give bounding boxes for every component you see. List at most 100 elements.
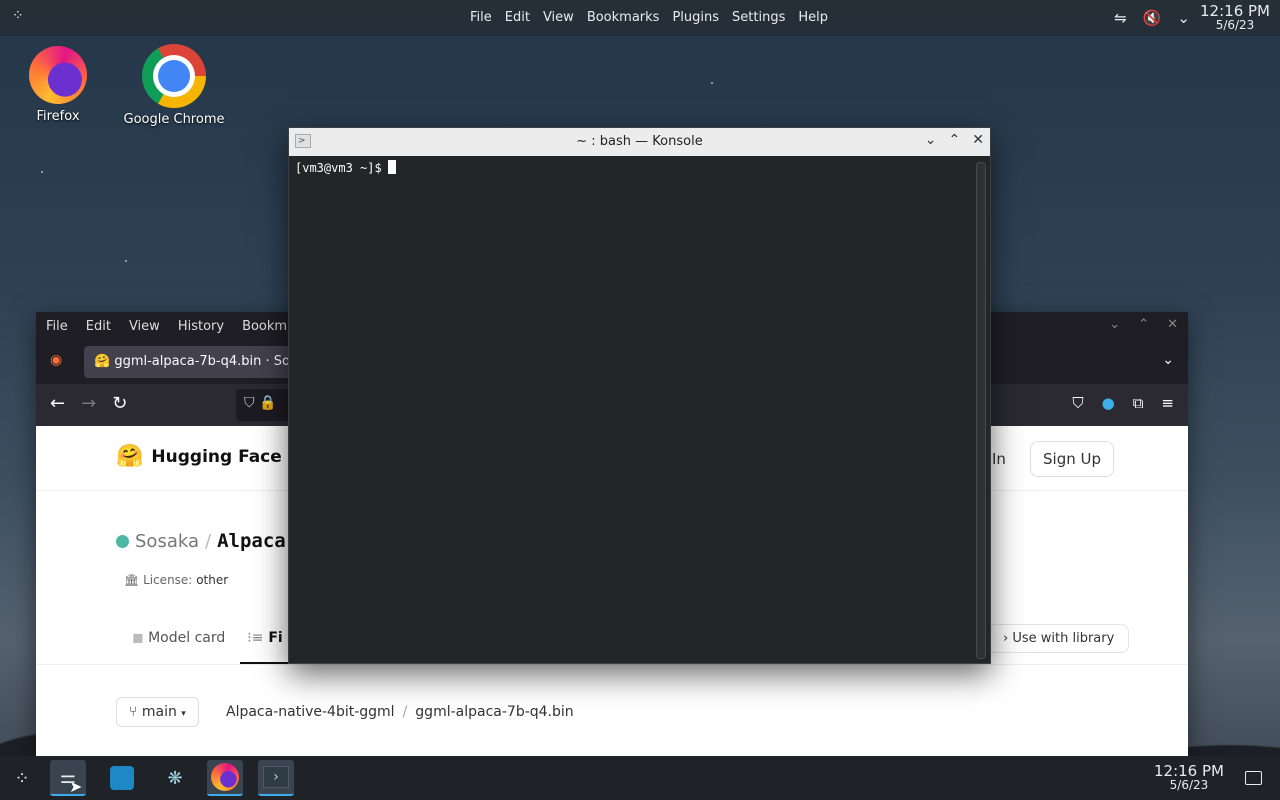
log-in-link[interactable]: In [992,450,1006,468]
tab-files[interactable]: ⁝≡ Fi [247,630,282,646]
brand-name: Hugging Face [151,446,282,467]
system-tray: ⇋ 🔇 ⌄ [1114,9,1190,27]
network-icon[interactable]: ⇋ [1114,9,1127,27]
bank-icon: 🏛 [124,573,140,587]
show-desktop-icon[interactable] [1245,771,1262,785]
browser-tab[interactable]: 🤗 ggml-alpaca-7b-q4.bin · So [84,346,304,378]
tab-title: ggml-alpaca-7b-q4.bin · So [114,354,290,369]
repo-slash: / [204,530,212,552]
hamburger-menu-icon[interactable]: ≡ [1161,394,1174,412]
prompt-text: [vm3@vm3 ~]$ [295,161,382,175]
hugging-face-icon: 🤗 [116,444,144,469]
forward-icon[interactable]: → [81,393,96,414]
use-with-library-button[interactable]: › Use with library [988,624,1130,653]
konsole-window[interactable]: > ~ : bash — Konsole ⌄ ⌃ ✕ [vm3@vm3 ~]$ [288,127,991,664]
global-menu: File Edit View Bookmarks Plugins Setting… [470,10,828,25]
back-icon[interactable]: ← [50,393,65,414]
caret-down-icon: ▾ [181,709,186,719]
divider [36,664,1188,665]
clock-time: 12:16 PM [1200,2,1270,20]
account-icon[interactable]: ● [1102,394,1115,412]
menu-bookmarks[interactable]: Bookmarks [587,10,660,25]
top-clock[interactable]: 12:16 PM 5/6/23 [1200,2,1270,33]
clock-time: 12:16 PM [1154,762,1224,780]
desktop-icon-label: Google Chrome [123,112,225,127]
firefox-view-icon[interactable]: ◉ [50,352,62,368]
cube-icon: ◼ [132,630,144,646]
desktop-icon-chrome[interactable]: Google Chrome [120,44,228,127]
konsole-titlebar[interactable]: > ~ : bash — Konsole ⌄ ⌃ ✕ [289,128,990,156]
owner-avatar [116,534,129,548]
reload-icon[interactable]: ↻ [112,393,127,414]
minimize-icon[interactable]: ⌄ [1109,317,1120,332]
license-badge[interactable]: 🏛 License: other [124,573,228,587]
maximize-icon[interactable]: ⌃ [1138,317,1149,332]
firefox-icon [29,46,87,104]
desktop-icon-firefox[interactable]: Firefox [24,46,92,124]
tab-label: Fi [268,630,283,646]
breadcrumb-file: ggml-alpaca-7b-q4.bin [415,704,574,720]
app-launcher-icon[interactable]: ⁘ [4,760,40,796]
git-branch-icon: ⑂ [129,704,138,720]
menu-view[interactable]: View [543,10,574,25]
hf-logo[interactable]: 🤗 Hugging Face [116,444,282,469]
ff-menu-edit[interactable]: Edit [86,319,111,334]
files-icon: ⁝≡ [247,630,264,646]
tab-label: Model card [148,630,226,646]
breadcrumb-separator: / [402,704,408,720]
menu-help[interactable]: Help [798,10,828,25]
menu-plugins[interactable]: Plugins [672,10,719,25]
konsole-icon: > [295,134,311,148]
discover-store-icon[interactable] [104,760,140,796]
clock-date: 5/6/23 [1215,18,1255,32]
konsole-icon: › [263,766,289,788]
license-label: License: [143,573,193,587]
extensions-icon[interactable]: ⧉ [1133,394,1144,412]
volume-muted-icon[interactable]: 🔇 [1143,9,1162,27]
app-launcher-icon[interactable]: ⁘ [12,8,32,28]
top-panel: ⁘ File Edit View Bookmarks Plugins Setti… [0,0,1280,36]
clock-date: 5/6/23 [1169,778,1209,792]
taskbar-clock[interactable]: 12:16 PM 5/6/23 [1154,762,1224,793]
ff-menu-file[interactable]: File [46,319,68,334]
firefox-icon [211,763,239,791]
lock-icon: 🔒 [258,395,277,411]
pocket-icon[interactable]: ⛉ [1072,394,1083,412]
list-all-tabs-icon[interactable]: ⌄ [1162,352,1174,368]
scrollbar[interactable] [976,162,986,659]
menu-file[interactable]: File [470,10,492,25]
taskbar-konsole[interactable]: › [258,760,294,796]
taskbar: ⁘ ⚌ ❋ › 12:16 PM 5/6/23 [0,756,1280,800]
maximize-icon[interactable]: ⌃ [949,132,961,148]
plasma-icon[interactable]: ❋ [157,760,193,796]
breadcrumb-repo[interactable]: Alpaca-native-4bit-ggml [226,704,395,720]
desktop-icon-label: Firefox [36,109,80,124]
chevron-down-icon[interactable]: ⌄ [1177,9,1190,27]
shield-icon: ⛉ [244,395,255,411]
close-icon[interactable]: ✕ [1167,317,1178,332]
repo-tabs: ◼ Model card ⁝≡ Fi [132,630,283,646]
code-icon: › [1003,631,1009,646]
ff-menu-view[interactable]: View [129,319,160,334]
branch-selector[interactable]: ⑂ main ▾ [116,697,199,727]
menu-edit[interactable]: Edit [505,10,530,25]
terminal-area[interactable]: [vm3@vm3 ~]$ [289,156,990,663]
breadcrumb: Alpaca-native-4bit-ggml / ggml-alpaca-7b… [226,704,574,720]
hugging-face-favicon-icon: 🤗 [94,354,111,369]
store-bag-icon [110,766,134,790]
ff-menu-bookmarks[interactable]: Bookm [242,319,287,334]
tab-model-card[interactable]: ◼ Model card [132,630,225,646]
repo-name[interactable]: Alpaca- [217,530,297,552]
taskbar-firefox[interactable] [207,760,243,796]
wallpaper-star [41,171,43,173]
sign-up-button[interactable]: Sign Up [1030,441,1114,477]
wallpaper-star [711,82,713,84]
minimize-icon[interactable]: ⌄ [925,132,937,148]
repo-owner[interactable]: Sosaka [135,531,199,552]
shell-prompt: [vm3@vm3 ~]$ [295,160,396,175]
ff-menu-history[interactable]: History [178,319,224,334]
close-icon[interactable]: ✕ [972,132,984,148]
repo-title: Sosaka / Alpaca- [116,530,297,552]
window-title: ~ : bash — Konsole [576,134,703,149]
menu-settings[interactable]: Settings [732,10,785,25]
